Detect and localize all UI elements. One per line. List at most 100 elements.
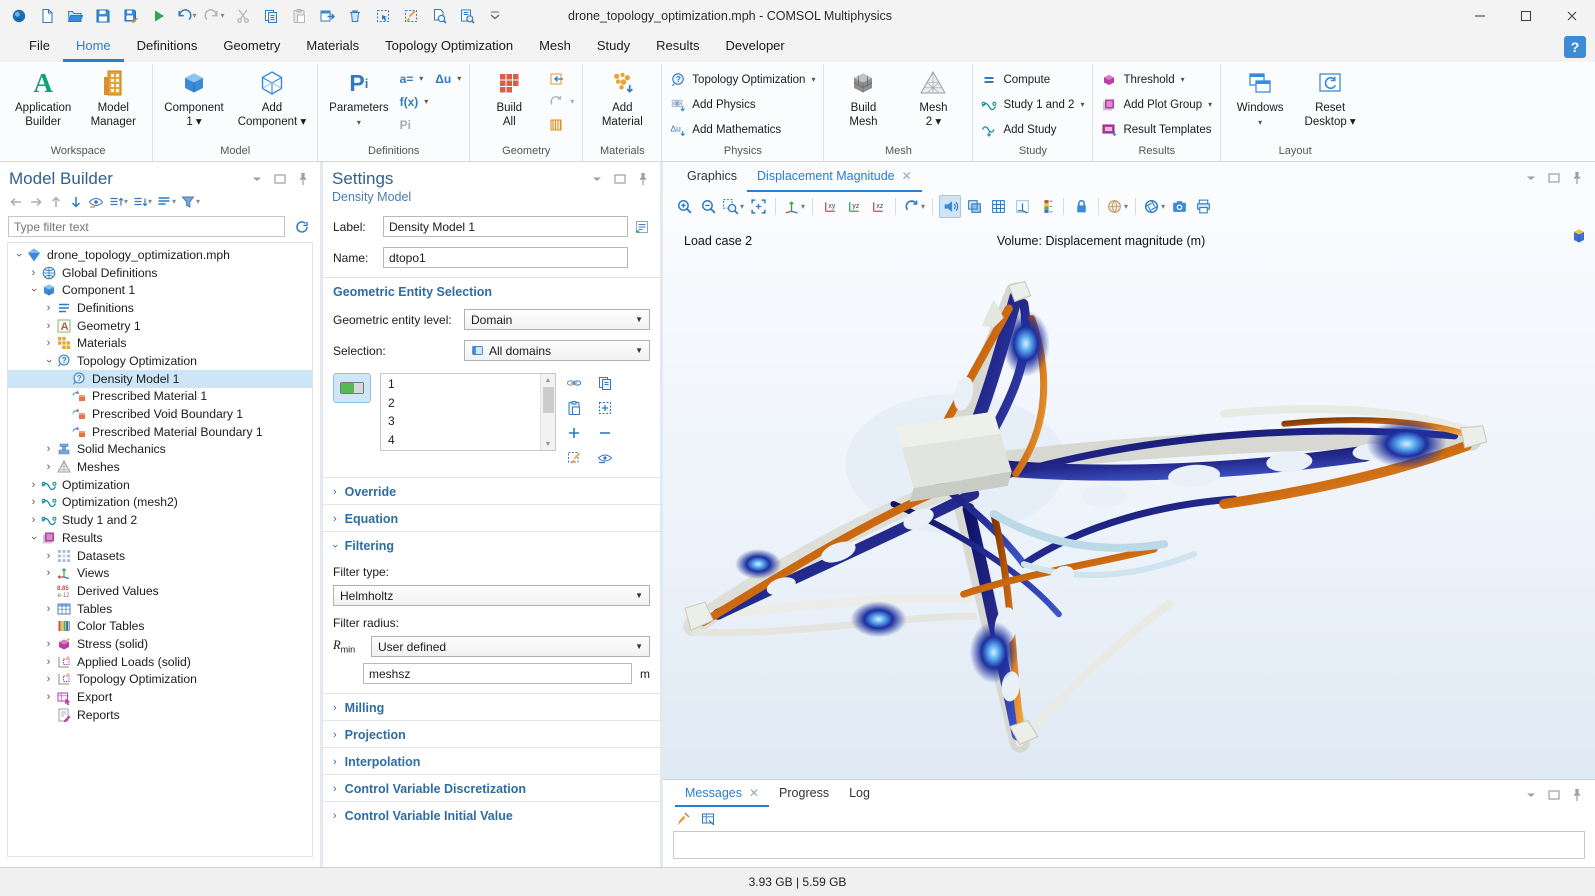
undo-button[interactable]: ▾ [174, 3, 199, 29]
view-xz-button[interactable]: xz [867, 195, 889, 218]
zoom-selection-button[interactable] [596, 399, 614, 417]
tab-displacement-magnitude[interactable]: Displacement Magnitude✕ [747, 162, 922, 192]
insert-sequence-button[interactable] [548, 69, 574, 88]
redo-button[interactable]: ▾ [202, 3, 227, 29]
panel-pin-icon[interactable] [635, 171, 651, 187]
panel-float-icon[interactable] [272, 171, 288, 187]
paste-button[interactable] [286, 3, 311, 29]
deselect-brush-button[interactable] [565, 449, 583, 467]
panel-float-icon[interactable] [1546, 787, 1562, 803]
menu-tab-geometry[interactable]: Geometry [210, 32, 293, 62]
tree-item[interactable]: ›AGeometry 1 [8, 317, 312, 335]
copy-selection-button[interactable] [596, 374, 614, 392]
tree-item[interactable]: Prescribed Material 1 [8, 388, 312, 406]
view-xy-button[interactable]: xy [819, 195, 841, 218]
nav-back-button[interactable] [8, 193, 24, 211]
paste-selection-button[interactable] [565, 399, 583, 417]
expand-arrow-icon[interactable]: › [42, 638, 55, 650]
model-filter-button[interactable]: ▾ [180, 193, 200, 211]
compute-button[interactable]: Compute [981, 70, 1084, 89]
tree-item[interactable]: ›Component 1 [8, 281, 312, 299]
cut-button[interactable] [230, 3, 255, 29]
tree-item[interactable]: Prescribed Void Boundary 1 [8, 405, 312, 423]
zoom-box-button[interactable]: ▾ [721, 195, 745, 218]
tree-item[interactable]: ›Datasets [8, 547, 312, 565]
copy-button[interactable] [258, 3, 283, 29]
active-selection-toggle[interactable] [333, 373, 371, 403]
color-legend-button[interactable] [1035, 195, 1057, 218]
close-tab-icon[interactable]: ✕ [749, 786, 759, 800]
expand-arrow-icon[interactable]: › [42, 603, 55, 615]
expand-arrow-icon[interactable]: › [42, 673, 55, 685]
expand-arrow-icon[interactable]: › [27, 514, 40, 526]
expand-arrow-icon[interactable]: › [42, 691, 55, 703]
panel-menu-icon[interactable] [589, 171, 605, 187]
menu-tab-developer[interactable]: Developer [712, 32, 797, 62]
expand-all-button[interactable]: ▾ [108, 193, 128, 211]
move-up-button[interactable] [48, 193, 64, 211]
refresh-icon[interactable] [292, 218, 312, 236]
lock-button[interactable] [1070, 195, 1092, 218]
snapshot-button[interactable] [1168, 195, 1190, 218]
build-all-button[interactable]: Build All [478, 64, 540, 129]
rotate-view-button[interactable]: ▾ [902, 195, 926, 218]
menu-tab-study[interactable]: Study [584, 32, 643, 62]
close-button[interactable] [1549, 0, 1595, 32]
panel-menu-icon[interactable] [249, 171, 265, 187]
tree-item[interactable]: ›Study 1 and 2 [8, 511, 312, 529]
tree-item[interactable]: ›Meshes [8, 458, 312, 476]
tree-item[interactable]: Prescribed Material Boundary 1 [8, 423, 312, 441]
panel-pin-icon[interactable] [1569, 787, 1585, 803]
filter-radius-select[interactable]: User defined▼ [371, 636, 650, 657]
plot-legend-icon[interactable] [1572, 228, 1586, 247]
messages-output[interactable] [673, 831, 1585, 859]
menu-tab-file[interactable]: File [16, 32, 63, 62]
remove-selection-button[interactable] [596, 424, 614, 442]
zoom-in-button[interactable] [673, 195, 695, 218]
virtual-operations-button[interactable] [548, 115, 574, 134]
tree-item[interactable]: ›drone_topology_optimization.mph [8, 246, 312, 264]
physics-interface-menu[interactable]: ?Topology Optimization▾ [670, 70, 815, 89]
panel-float-icon[interactable] [612, 171, 628, 187]
component-1-button[interactable]: Component 1 ▾ [161, 64, 226, 129]
add-study-button[interactable]: Add Study [981, 120, 1084, 139]
section-interpolation[interactable]: ›Interpolation [323, 747, 660, 774]
delete-button[interactable] [342, 3, 367, 29]
tab-messages[interactable]: Messages✕ [675, 780, 769, 807]
geometric-entity-level-select[interactable]: Domain▼ [464, 309, 650, 330]
parameter-case-button[interactable]: Pi [400, 115, 462, 134]
selection-list-scrollbar[interactable]: ▲▼ [540, 374, 555, 450]
windows-menu[interactable]: Windows▾ [1229, 64, 1291, 129]
grid-btn-button[interactable] [987, 195, 1009, 218]
tree-item[interactable]: ›Topology Optimization [8, 671, 312, 689]
panel-float-icon[interactable] [1546, 170, 1562, 186]
section-override[interactable]: ›Override [323, 477, 660, 504]
toolbar-chevron-button[interactable] [482, 3, 507, 29]
invisible-eye-button[interactable] [596, 449, 614, 467]
section-control-variable-discretization[interactable]: ›Control Variable Discretization [323, 774, 660, 801]
collapse-all-button[interactable]: ▾ [132, 193, 152, 211]
tree-filter-input[interactable] [8, 216, 285, 237]
help-button[interactable]: ? [1564, 36, 1586, 58]
selection-item[interactable]: 1 [388, 375, 533, 394]
selection-item[interactable]: 2 [388, 394, 533, 413]
panel-pin-icon[interactable] [1569, 170, 1585, 186]
add-material-button[interactable]: Add Material [591, 64, 653, 129]
build-mesh-button[interactable]: Build Mesh [832, 64, 894, 129]
section-milling[interactable]: ›Milling [323, 693, 660, 720]
selection-item[interactable]: 4 [388, 431, 533, 450]
tree-item[interactable]: ›?Topology Optimization [8, 352, 312, 370]
parameters-button[interactable]: Pi Parameters▾ [326, 64, 391, 129]
tree-item[interactable]: ›Optimization (mesh2) [8, 494, 312, 512]
expand-arrow-icon[interactable]: › [42, 443, 55, 455]
panel-pin-icon[interactable] [295, 171, 311, 187]
label-indicator-icon[interactable] [634, 219, 650, 235]
scene-light-button[interactable] [939, 195, 961, 218]
tree-item[interactable]: ›Optimization [8, 476, 312, 494]
maximize-button[interactable] [1503, 0, 1549, 32]
tree-item[interactable]: ›Solid Mechanics [8, 441, 312, 459]
collapse-arrow-icon[interactable]: › [27, 532, 40, 544]
filter-radius-input[interactable] [363, 663, 632, 684]
show-axes-button[interactable] [1011, 195, 1033, 218]
graphics-canvas[interactable]: Load case 2 Volume: Displacement magnitu… [663, 221, 1595, 779]
